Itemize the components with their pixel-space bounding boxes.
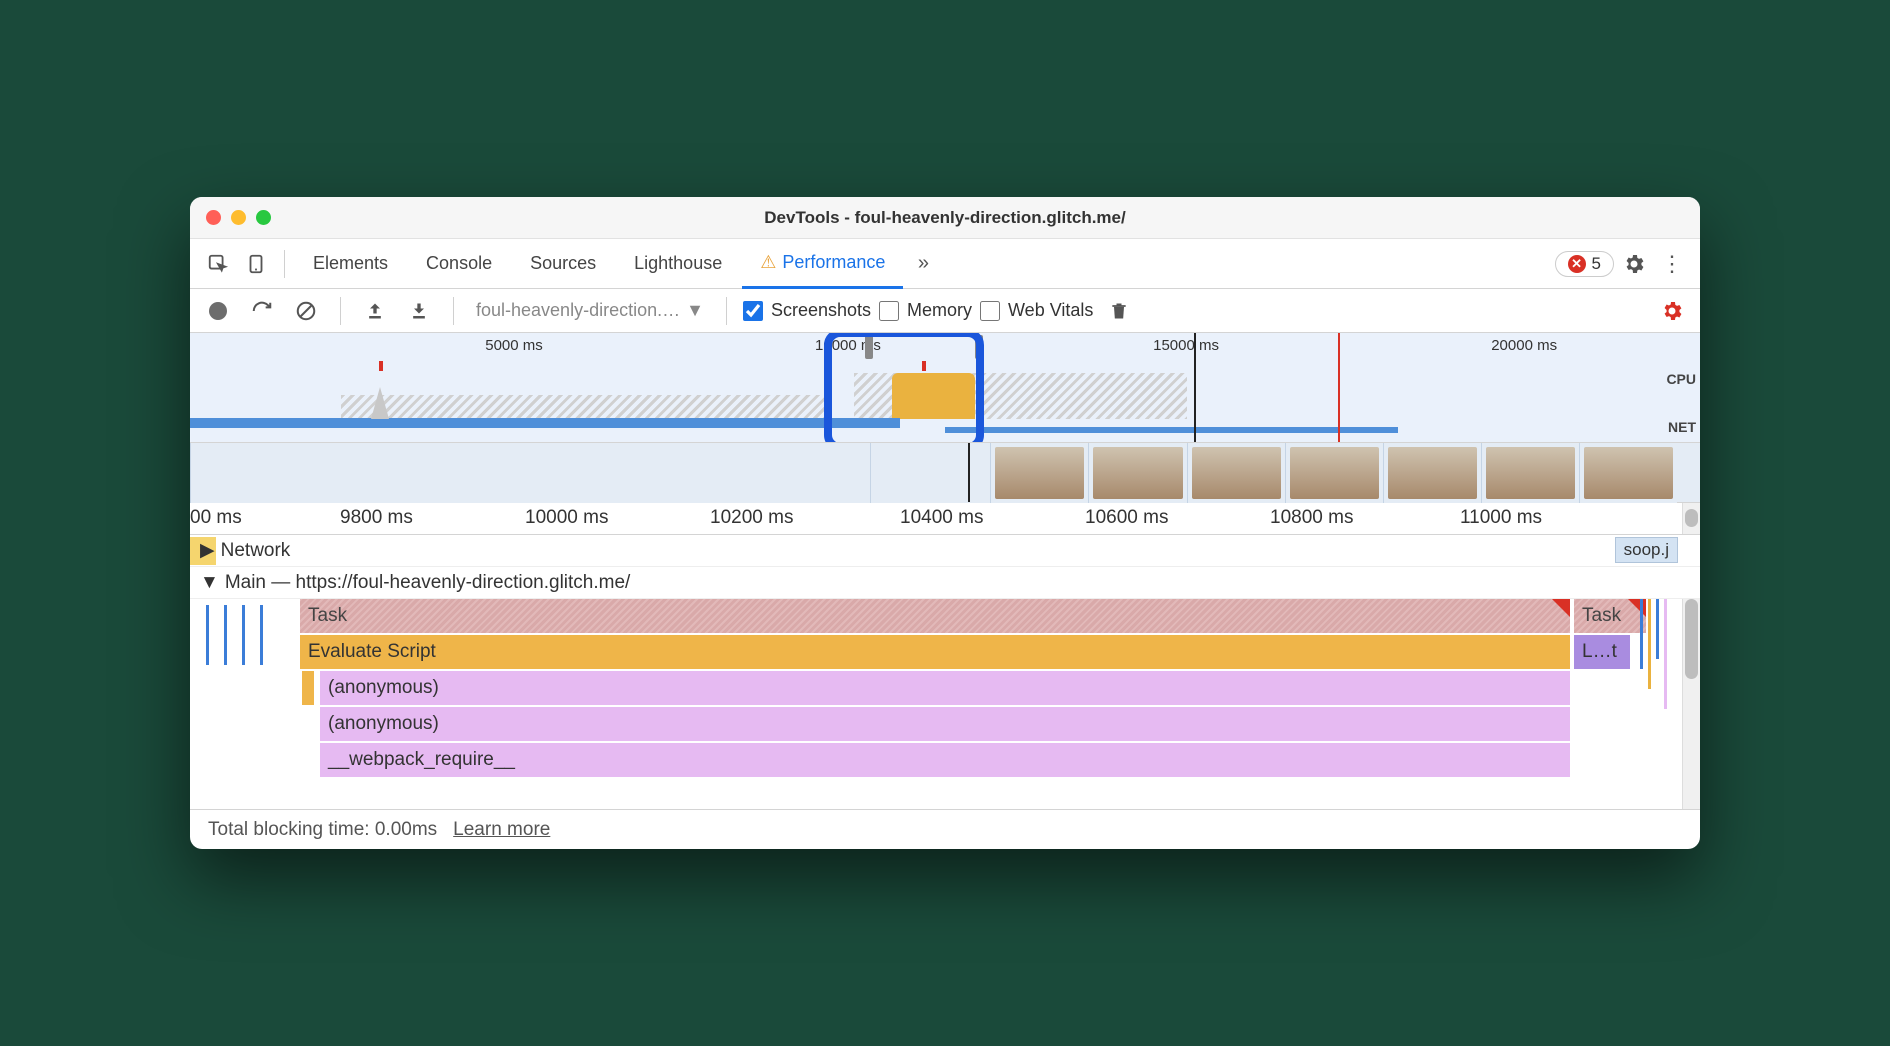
- long-task-indicator: [1552, 599, 1570, 617]
- separator: [284, 250, 285, 278]
- highlight-annotation: [824, 333, 984, 443]
- devtools-window: DevTools - foul-heavenly-direction.glitc…: [190, 197, 1700, 849]
- error-icon: ✕: [1568, 255, 1586, 273]
- footer: Total blocking time: 0.00ms Learn more: [190, 809, 1700, 849]
- flame-right-ticks: [1636, 599, 1676, 809]
- clear-button[interactable]: [288, 293, 324, 329]
- kebab-menu-icon[interactable]: ⋮: [1654, 246, 1690, 282]
- screenshots-input[interactable]: [743, 301, 763, 321]
- tab-sources[interactable]: Sources: [512, 239, 614, 289]
- tbt-label: Total blocking time: 0.00ms: [208, 819, 437, 841]
- learn-more-link[interactable]: Learn more: [453, 819, 550, 841]
- flame-tick: [242, 605, 245, 665]
- webvitals-checkbox[interactable]: Web Vitals: [980, 300, 1093, 321]
- flame-lt[interactable]: L…t: [1574, 635, 1630, 669]
- flame-wpk-label: __webpack_require__: [328, 749, 515, 771]
- flame-anon2[interactable]: (anonymous): [320, 707, 1570, 741]
- tab-performance[interactable]: ⚠ Performance: [742, 239, 903, 289]
- ov-tick: 20000 ms: [1491, 337, 1557, 354]
- profile-select[interactable]: foul-heavenly-direction.… ▼: [470, 300, 710, 321]
- devtools-tabbar: Elements Console Sources Lighthouse ⚠ Pe…: [190, 239, 1700, 289]
- error-count: 5: [1592, 254, 1601, 274]
- ruler-tick: 10400 ms: [900, 507, 983, 529]
- network-label: Network: [221, 540, 291, 562]
- flame-tick: [206, 605, 209, 665]
- separator: [453, 297, 454, 325]
- memory-input[interactable]: [879, 301, 899, 321]
- close-icon[interactable]: [206, 210, 221, 225]
- more-tabs-icon[interactable]: »: [905, 246, 941, 282]
- flame-anon2-label: (anonymous): [328, 713, 439, 735]
- collapse-icon[interactable]: ▼: [200, 572, 219, 594]
- capture-settings-icon[interactable]: [1654, 293, 1690, 329]
- error-badge[interactable]: ✕ 5: [1555, 251, 1614, 277]
- device-toggle-icon[interactable]: [238, 246, 274, 282]
- flame-task2-label: Task: [1582, 605, 1621, 627]
- overview-marker-red: [1338, 333, 1340, 442]
- ruler-tick: 9800 ms: [340, 507, 413, 529]
- chevron-down-icon: ▼: [686, 300, 704, 321]
- tab-lighthouse[interactable]: Lighthouse: [616, 239, 740, 289]
- ruler-tick: 10200 ms: [710, 507, 793, 529]
- screenshots-checkbox[interactable]: Screenshots: [743, 300, 871, 321]
- main-track-header[interactable]: ▼ Main — https://foul-heavenly-direction…: [190, 567, 1700, 599]
- flame-task-label: Task: [308, 605, 347, 627]
- expand-icon[interactable]: ▶: [200, 539, 215, 562]
- zoom-icon[interactable]: [256, 210, 271, 225]
- overview-cursor: [1194, 333, 1196, 442]
- profile-select-label: foul-heavenly-direction.…: [476, 300, 680, 321]
- titlebar: DevTools - foul-heavenly-direction.glitc…: [190, 197, 1700, 239]
- download-button[interactable]: [401, 293, 437, 329]
- tab-console[interactable]: Console: [408, 239, 510, 289]
- flame-stub[interactable]: [302, 671, 314, 705]
- flame-chart[interactable]: Task Task Evaluate Script L…t (anonymous…: [190, 599, 1700, 809]
- filmstrip[interactable]: [190, 443, 1700, 503]
- ov-tick: 5000 ms: [485, 337, 543, 354]
- network-track-header[interactable]: ▶ Network soop.j: [190, 535, 1700, 567]
- screenshots-label: Screenshots: [771, 300, 871, 321]
- window-title: DevTools - foul-heavenly-direction.glitc…: [190, 208, 1700, 228]
- flame-tick: [224, 605, 227, 665]
- ov-tick: 15000 ms: [1153, 337, 1219, 354]
- memory-checkbox[interactable]: Memory: [879, 300, 972, 321]
- filmstrip-cursor: [968, 443, 970, 502]
- flame-tick: [260, 605, 263, 665]
- separator: [340, 297, 341, 325]
- warning-icon: ⚠: [760, 252, 776, 273]
- webvitals-input[interactable]: [980, 301, 1000, 321]
- flame-evaluate-script[interactable]: Evaluate Script: [300, 635, 1570, 669]
- flame-eval-label: Evaluate Script: [308, 641, 436, 663]
- ruler-tick: 10000 ms: [525, 507, 608, 529]
- trash-button[interactable]: [1101, 293, 1137, 329]
- ruler-tick: 00 ms: [190, 507, 242, 529]
- flame-lt-label: L…t: [1582, 641, 1617, 663]
- flame-scrollbar[interactable]: [1682, 599, 1700, 809]
- separator: [726, 297, 727, 325]
- scrollbar[interactable]: [1682, 503, 1700, 534]
- webvitals-label: Web Vitals: [1008, 300, 1093, 321]
- overview-timeline[interactable]: 5000 ms 10000 ms 15000 ms 20000 ms CPU N…: [190, 333, 1700, 443]
- record-button[interactable]: [200, 293, 236, 329]
- flame-anon1[interactable]: (anonymous): [320, 671, 1570, 705]
- ruler-tick: 10800 ms: [1270, 507, 1353, 529]
- flame-webpack-require[interactable]: __webpack_require__: [320, 743, 1570, 777]
- ruler-tick: 10600 ms: [1085, 507, 1168, 529]
- inspect-icon[interactable]: [200, 246, 236, 282]
- settings-icon[interactable]: [1616, 246, 1652, 282]
- flame-task[interactable]: Task: [300, 599, 1570, 633]
- flame-anon1-label: (anonymous): [328, 677, 439, 699]
- reload-button[interactable]: [244, 293, 280, 329]
- tab-elements[interactable]: Elements: [295, 239, 406, 289]
- main-label: Main — https://foul-heavenly-direction.g…: [225, 572, 631, 594]
- minimize-icon[interactable]: [231, 210, 246, 225]
- upload-button[interactable]: [357, 293, 393, 329]
- tab-performance-label: Performance: [782, 252, 885, 273]
- perf-toolbar: foul-heavenly-direction.… ▼ Screenshots …: [190, 289, 1700, 333]
- memory-label: Memory: [907, 300, 972, 321]
- ruler-tick: 11000 ms: [1460, 507, 1542, 529]
- traffic-lights: [206, 210, 271, 225]
- network-file-tag[interactable]: soop.j: [1615, 537, 1678, 563]
- detail-ruler[interactable]: 00 ms 9800 ms 10000 ms 10200 ms 10400 ms…: [190, 503, 1700, 535]
